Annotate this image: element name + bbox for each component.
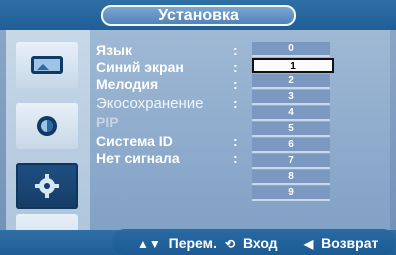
option-4[interactable]: 4 xyxy=(252,106,330,121)
option-6[interactable]: 6 xyxy=(252,138,330,153)
menu-item-colon: : xyxy=(233,42,238,58)
tv-osd-screen: Установка Язык: Синий экран: Мелодия:… xyxy=(0,0,396,255)
menu-item-colon: : xyxy=(233,133,238,149)
menu-item-language[interactable]: Язык xyxy=(96,42,132,58)
left-triangle-icon: ◀ xyxy=(304,237,314,251)
page-title: Установка xyxy=(101,5,296,26)
option-8[interactable]: 8 xyxy=(252,170,330,185)
enter-icon: ⟲ xyxy=(225,237,236,251)
hint-enter-label: Вход xyxy=(242,235,278,251)
menu-item-colon: : xyxy=(233,76,238,92)
menu-item-melody[interactable]: Мелодия xyxy=(96,76,158,92)
menu-item-no-signal[interactable]: Нет сигнала xyxy=(96,150,180,166)
sound-icon[interactable] xyxy=(16,103,78,149)
menu-item-colon: : xyxy=(233,95,238,111)
menu-item-blue-screen[interactable]: Синий экран xyxy=(96,59,184,75)
menu-item-system-id[interactable]: Система ID xyxy=(96,133,173,149)
hint-back-label: Возврат xyxy=(321,235,379,251)
hint-enter: ⟲ Вход xyxy=(225,235,278,251)
hint-back: ◀ Возврат xyxy=(304,235,378,251)
option-1-selected[interactable]: 1 xyxy=(252,58,334,73)
up-down-icon: ▲▼ xyxy=(137,237,161,251)
hint-move: ▲▼ Перем. xyxy=(137,235,217,251)
hint-move-label: Перем. xyxy=(168,235,217,251)
menu-item-colon: : xyxy=(233,59,238,75)
option-0[interactable]: 0 xyxy=(252,42,330,57)
option-5[interactable]: 5 xyxy=(252,122,330,137)
menu-item-colon: : xyxy=(233,150,238,166)
left-menu-bar xyxy=(6,30,90,255)
menu-item-pip: PIP xyxy=(96,114,119,130)
settings-panel: Язык : Синий экран : Мелодия : Экосохран… xyxy=(90,30,390,245)
option-2[interactable]: 2 xyxy=(252,74,330,89)
option-3[interactable]: 3 xyxy=(252,90,330,105)
option-9[interactable]: 9 xyxy=(252,186,330,201)
title-bar: Установка xyxy=(0,0,396,30)
system-id-options-list: 0 1 2 3 4 5 6 7 8 9 xyxy=(252,42,334,201)
option-7[interactable]: 7 xyxy=(252,154,330,169)
setup-gear-icon[interactable] xyxy=(16,163,78,209)
menu-item-energy-saving[interactable]: Экосохранение xyxy=(96,95,204,112)
picture-icon[interactable] xyxy=(16,42,78,88)
